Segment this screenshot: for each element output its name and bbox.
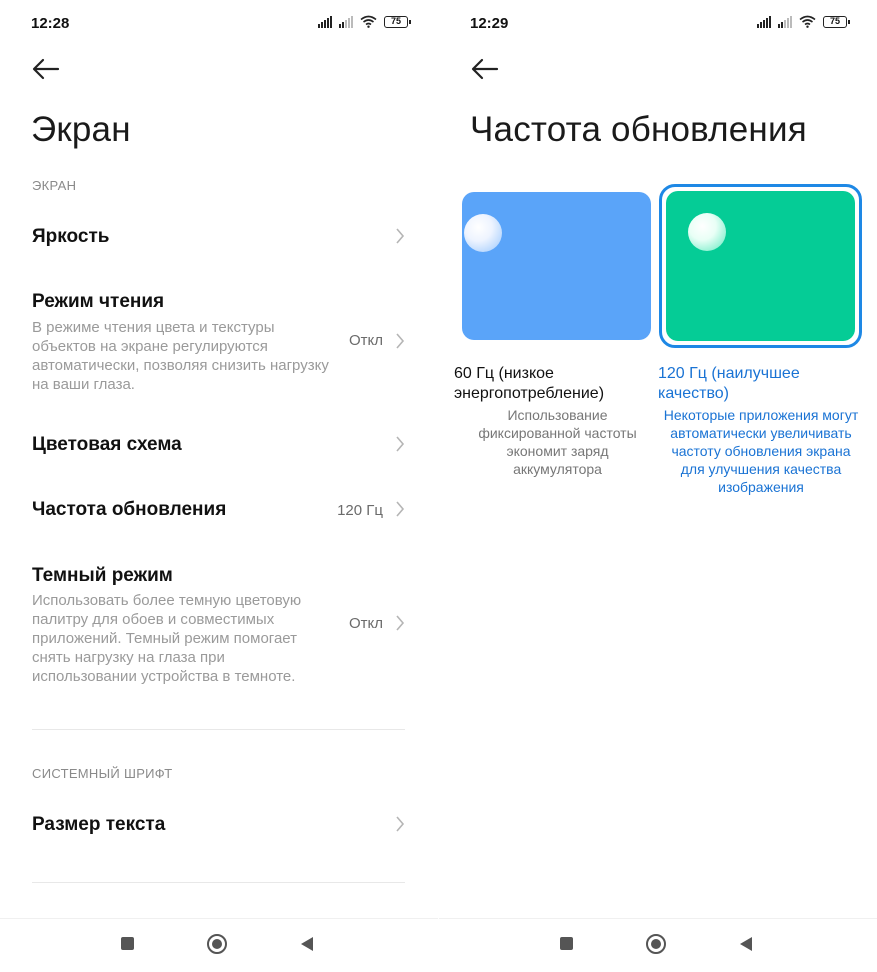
signal-icon [778, 15, 792, 28]
preview-card-120hz[interactable] [666, 191, 855, 341]
refresh-rate-panel: 12:29 75 Частота обновления 60 Гц (низко… [439, 0, 877, 972]
wifi-icon [799, 15, 816, 28]
signal-icon [339, 15, 353, 28]
signal-icon [757, 15, 771, 28]
item-description: В режиме чтения цвета и текстуры объекто… [32, 319, 329, 393]
preview-ball [464, 214, 502, 252]
section-header-system-font: СИСТЕМНЫЙ ШРИФТ [32, 766, 173, 781]
signal-icon [318, 15, 332, 28]
item-title: Размер текста [32, 814, 166, 835]
divider [32, 882, 405, 883]
status-icons: 75 [318, 15, 411, 28]
item-title: Режим чтения [32, 291, 165, 312]
navigation-bar [439, 918, 877, 972]
item-description: Использовать более темную цветовую палит… [32, 592, 302, 685]
option-title: 120 Гц (наилучшее качество) [658, 365, 800, 402]
option-description: Использование фиксированной частоты экон… [478, 407, 637, 477]
page-title: Частота обновления [470, 110, 807, 149]
section-header-screen: ЭКРАН [32, 178, 77, 193]
settings-item-color-scheme[interactable]: Цветовая схема [0, 423, 438, 467]
preview-card-60hz[interactable] [462, 192, 651, 340]
chevron-right-icon [396, 615, 405, 631]
item-title: Частота обновления [32, 499, 227, 520]
item-value: Откл [348, 615, 383, 632]
option-title: 60 Гц (низкое энергопотребление) [454, 365, 605, 402]
back-arrow-icon[interactable] [469, 56, 501, 82]
status-icons: 75 [757, 15, 850, 28]
preview-ball [688, 213, 726, 251]
settings-item-reading-mode[interactable]: Режим чтения В режиме чтения цвета и тек… [0, 282, 438, 397]
battery-icon: 75 [823, 15, 850, 28]
divider [32, 729, 405, 730]
back-arrow-icon[interactable] [30, 56, 62, 82]
item-title: Яркость [32, 226, 110, 247]
page-title: Экран [31, 110, 131, 149]
battery-icon: 75 [384, 15, 411, 28]
status-time: 12:29 [470, 15, 509, 32]
status-time: 12:28 [31, 15, 70, 32]
item-title: Цветовая схема [32, 434, 182, 455]
settings-item-refresh-rate[interactable]: Частота обновления 120 Гц [0, 488, 438, 532]
item-title: Темный режим [32, 565, 173, 586]
wifi-icon [360, 15, 377, 28]
settings-item-brightness[interactable]: Яркость [0, 215, 438, 259]
settings-item-text-size[interactable]: Размер текста [0, 803, 438, 847]
option-description: Некоторые приложения могут автоматически… [663, 407, 859, 495]
home-icon[interactable] [646, 934, 666, 954]
chevron-right-icon [396, 333, 405, 349]
home-icon[interactable] [207, 934, 227, 954]
recents-icon[interactable] [121, 937, 134, 950]
item-value: 120 Гц [337, 502, 383, 519]
back-icon[interactable] [740, 937, 752, 951]
back-icon[interactable] [301, 937, 313, 951]
screen-settings-panel: 12:28 75 Экран ЭКРАН Яркость Режим чтени… [0, 0, 438, 972]
chevron-right-icon [396, 501, 405, 517]
chevron-right-icon [396, 816, 405, 832]
item-value: Откл [348, 332, 383, 349]
recents-icon[interactable] [560, 937, 573, 950]
chevron-right-icon [396, 436, 405, 452]
navigation-bar [0, 918, 438, 972]
chevron-right-icon [396, 228, 405, 244]
status-bar: 12:28 75 [0, 0, 438, 46]
settings-item-dark-mode[interactable]: Темный режим Использовать более темную ц… [0, 556, 438, 691]
status-bar: 12:29 75 [439, 0, 877, 46]
